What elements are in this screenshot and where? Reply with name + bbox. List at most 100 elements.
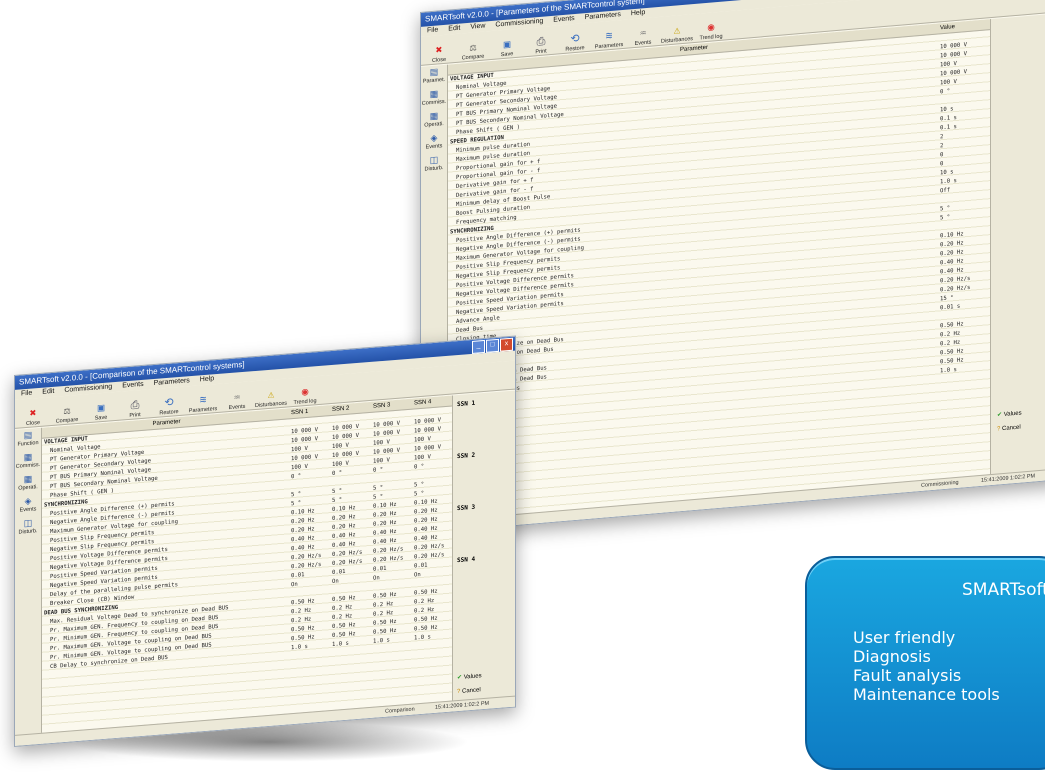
restore-icon: ⟲ [164,395,174,410]
values-label: Values [463,673,482,681]
toolbar-label: Restore [159,409,179,417]
disturbances-button[interactable]: ⚠ Disturbances [661,22,693,45]
status-time: 15:41:2009 1:02:2 PM [435,700,490,711]
restore-button[interactable]: ⟲ Restore [561,31,589,53]
nav-item-2[interactable]: ▦ Operati. [421,109,447,133]
trend-log-button[interactable]: ◉ Trend log [291,384,319,406]
toolbar-label: Save [500,51,514,59]
promo-box: SMARTsoft User friendly Diagnosis Fault … [805,556,1045,770]
right-panel: ✔ Values ? Cancel [990,13,1045,486]
compare-icon: ⚖ [469,40,477,54]
parameters-icon: ≋ [199,392,207,407]
nav-icon: ▦ [429,110,439,122]
trend-log-icon: ◉ [301,384,309,399]
maximize-button[interactable]: □ [486,338,499,353]
toolbar-label: Trend log [293,398,317,407]
status-time: 15:41:2009 1:02:2 PM [981,473,1036,484]
save-icon: ▣ [503,37,511,51]
feature-item: Fault analysis [853,666,962,685]
events-button[interactable]: ♒ Events [629,25,657,47]
print-icon: ⎙ [536,34,546,49]
nav-icon: ▦ [23,451,33,463]
menu-item-events[interactable]: Events [122,380,143,392]
status-text: Commissioning [921,479,959,489]
close-button[interactable]: ✖ Close [19,405,47,427]
disturbances-button[interactable]: ⚠ Disturbances [254,387,288,410]
compare-button[interactable]: ⚖ Compare [459,39,487,61]
events-icon: ♒ [233,390,241,404]
nav-item-0[interactable]: ▤ Paramet. [421,65,447,89]
menu-item-view[interactable]: View [470,22,485,33]
close-icon: ✖ [29,406,37,420]
toolbar-label: Print [535,48,547,56]
print-icon: ⎙ [130,398,140,412]
toolbar-label: Compare [55,416,79,425]
restore-button[interactable]: ⟲ Restore [155,395,183,417]
nav-label: Commiss. [15,461,41,470]
feature-item: Maintenance tools [853,685,1000,704]
events-button[interactable]: ♒ Events [223,389,251,411]
parameters-button[interactable]: ≋ Parameters [595,28,623,50]
cell-value: 1.0 s [414,634,431,642]
trend-log-button[interactable]: ◉ Trend log [697,19,725,41]
nav-item-4[interactable]: ◫ Disturb. [421,153,447,177]
values-button[interactable]: ✔ Values [997,409,1022,418]
nav-item-4[interactable]: ◫ Disturb. [15,516,41,540]
parameters-icon: ≋ [605,28,613,43]
nav-label: Disturb. [18,528,38,536]
ssn-label-1: SSN 1 [457,399,476,409]
disturbances-icon: ⚠ [267,387,275,402]
parameters-button[interactable]: ≋ Parameters [189,392,217,414]
nav-label: Events [425,143,443,151]
cancel-button[interactable]: ? Cancel [997,424,1022,433]
menu-item-help[interactable]: Help [631,8,645,19]
menu-item-edit[interactable]: Edit [42,387,54,398]
menu-item-edit[interactable]: Edit [448,24,460,35]
nav-item-2[interactable]: ▦ Operati. [15,472,41,496]
menu-item-file[interactable]: File [21,389,32,400]
menu-item-help[interactable]: Help [200,374,214,385]
nav-item-3[interactable]: ◈ Events [15,494,41,518]
print-button[interactable]: ⎙ Print [121,397,149,419]
menu-item-events[interactable]: Events [553,14,574,26]
nav-icon: ◈ [24,495,32,507]
ssn-label-2: SSN 2 [457,451,476,461]
menu-item-file[interactable]: File [427,25,438,36]
close-button[interactable]: ✖ Close [425,42,453,64]
comparison-window: SMARTsoft v2.0.0 - [Comparison of the SM… [14,335,516,747]
promo-title: SMARTsoft [962,580,1045,600]
toolbar-label: Parameters [594,41,624,51]
right-panel: SSN 1 SSN 2 SSN 3 SSN 4 ✔ Values ? Cancel [452,390,515,712]
toolbar-label: Disturbances [254,400,288,410]
close-icon: ✖ [435,43,443,57]
nav-item-0[interactable]: ▤ Function [15,428,41,452]
ssn-label-3: SSN 3 [457,503,476,513]
compare-button[interactable]: ⚖ Compare [53,403,81,425]
disturbances-icon: ⚠ [673,23,681,37]
values-button[interactable]: ✔ Values [457,672,482,681]
cancel-button[interactable]: ? Cancel [457,687,482,695]
nav-item-1[interactable]: ▦ Commiss. [15,450,41,474]
nav-label: Commiss. [421,98,447,107]
nav-icon: ▦ [23,473,33,485]
toolbar-label: Restore [565,45,585,53]
nav-item-3[interactable]: ◈ Events [421,131,447,155]
nav-label: Operati. [424,121,444,129]
close-button[interactable]: x [500,337,513,352]
ssn-label-4: SSN 4 [457,555,476,565]
minimize-button[interactable]: _ [472,339,485,354]
save-button[interactable]: ▣ Save [493,37,521,59]
nav-label: Operati. [18,484,38,492]
toolbar-label: Print [129,412,141,419]
trend-log-icon: ◉ [707,20,715,34]
toolbar-label: Events [634,39,652,47]
compare-icon: ⚖ [63,403,71,418]
nav-icon: ▤ [23,429,33,441]
print-button[interactable]: ⎙ Print [527,34,555,56]
nav-item-1[interactable]: ▦ Commiss. [421,87,447,111]
save-button[interactable]: ▣ Save [87,400,115,422]
nav-icon: ◫ [429,154,439,166]
toolbar-label: Parameters [188,406,218,415]
save-icon: ▣ [97,400,105,415]
nav-icon: ▤ [429,66,439,78]
